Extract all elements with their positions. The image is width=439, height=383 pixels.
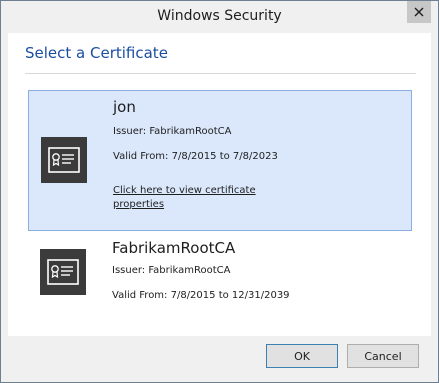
content-area: Select a Certificate jon Issuer: Fabrika… bbox=[8, 33, 431, 336]
close-button[interactable] bbox=[407, 1, 431, 23]
dialog-heading: Select a Certificate bbox=[25, 44, 168, 62]
certificate-issuer: Issuer: FabrikamRootCA bbox=[113, 126, 232, 137]
certificate-issuer: Issuer: FabrikamRootCA bbox=[112, 265, 231, 276]
close-icon bbox=[414, 7, 424, 17]
view-certificate-properties-link[interactable]: Click here to view certificate propertie… bbox=[113, 184, 278, 212]
certificate-icon bbox=[40, 249, 86, 295]
header-divider bbox=[25, 73, 416, 74]
certificate-name: jon bbox=[113, 98, 136, 116]
certificate-icon bbox=[41, 137, 87, 183]
certificate-name: FabrikamRootCA bbox=[112, 239, 236, 257]
certificate-validity: Valid From: 7/8/2015 to 12/31/2039 bbox=[112, 290, 290, 301]
certificate-item-fabrikamrootca[interactable]: FabrikamRootCA Issuer: FabrikamRootCA Va… bbox=[28, 235, 412, 315]
dialog-window: Windows Security Select a Certificate jo… bbox=[0, 0, 439, 383]
window-title: Windows Security bbox=[157, 8, 282, 24]
button-bar: OK Cancel bbox=[1, 336, 438, 382]
ok-button[interactable]: OK bbox=[266, 344, 338, 368]
title-bar[interactable]: Windows Security bbox=[1, 1, 438, 33]
cancel-button[interactable]: Cancel bbox=[347, 344, 419, 368]
certificate-item-jon[interactable]: jon Issuer: FabrikamRootCA Valid From: 7… bbox=[28, 90, 412, 231]
certificate-validity: Valid From: 7/8/2015 to 7/8/2023 bbox=[113, 151, 278, 162]
